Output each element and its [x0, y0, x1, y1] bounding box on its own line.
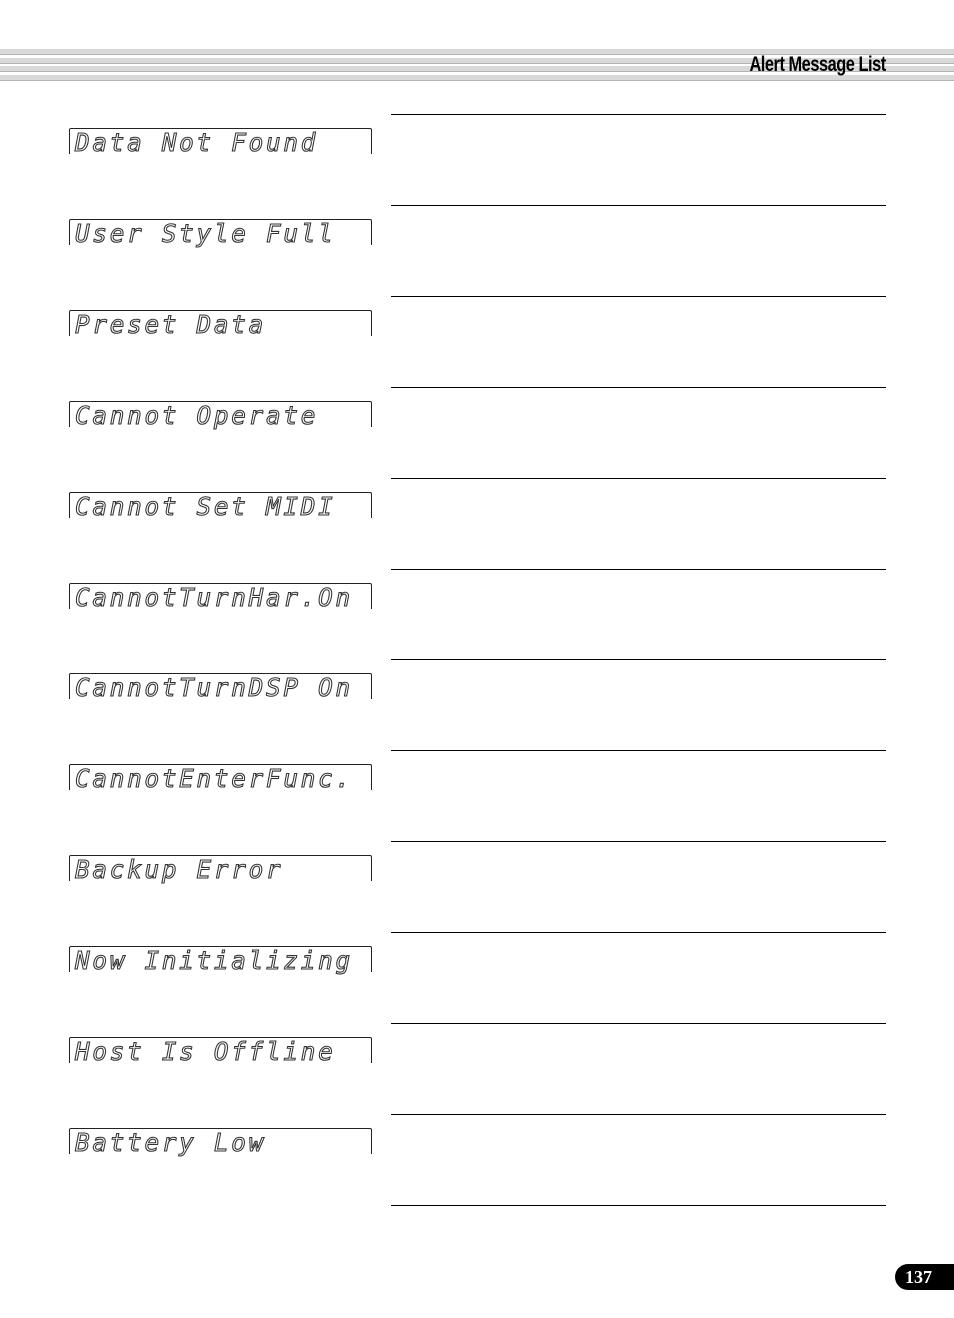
lcd-message-text: Preset Data [74, 309, 267, 339]
lcd-message-text: Now Initializing [74, 946, 353, 976]
lcd-display: CannotTurnDSP On [69, 673, 372, 703]
row-divider [391, 659, 886, 661]
lcd-message-text: Battery Low [74, 1127, 267, 1157]
row-divider [391, 750, 886, 752]
lcd-display: CannotTurnHar.On [69, 582, 372, 612]
lcd-message-text: Data Not Found [74, 128, 319, 157]
lcd-message-text: Host Is Offline [74, 1037, 336, 1066]
lcd-display: User Style Full [69, 218, 372, 248]
row-divider [391, 386, 886, 388]
lcd-message-text: Cannot Set MIDI [74, 491, 336, 521]
lcd-display: Data Not Found [69, 128, 372, 157]
row-divider [391, 568, 886, 570]
lcd-display: Cannot Operate [69, 400, 372, 430]
row-divider [391, 295, 886, 297]
row-divider [391, 1023, 886, 1024]
page-number-badge: 137 [895, 1264, 954, 1290]
lcd-display: Host Is Offline [69, 1037, 372, 1066]
lcd-message-text: Cannot Operate [74, 400, 319, 430]
lcd-message-text: User Style Full [74, 218, 336, 248]
lcd-display: CannotEnterFunc. [69, 764, 372, 794]
lcd-display: Preset Data [69, 309, 372, 339]
lcd-display: Now Initializing [69, 946, 372, 976]
row-divider [391, 932, 886, 934]
page-title: Alert Message List [749, 53, 887, 76]
row-divider [391, 841, 886, 843]
lcd-display: Battery Low [69, 1127, 372, 1157]
row-divider [391, 114, 886, 115]
row-divider [391, 1113, 886, 1115]
row-divider [391, 1204, 886, 1206]
lcd-display: Cannot Set MIDI [69, 491, 372, 521]
row-divider [391, 204, 886, 206]
lcd-message-text: Backup Error [74, 855, 284, 885]
lcd-display: Backup Error [69, 855, 372, 885]
row-divider [391, 477, 886, 479]
lcd-message-text: CannotEnterFunc. [74, 764, 353, 794]
lcd-message-text: CannotTurnDSP On [74, 673, 353, 703]
lcd-message-text: CannotTurnHar.On [74, 582, 353, 612]
